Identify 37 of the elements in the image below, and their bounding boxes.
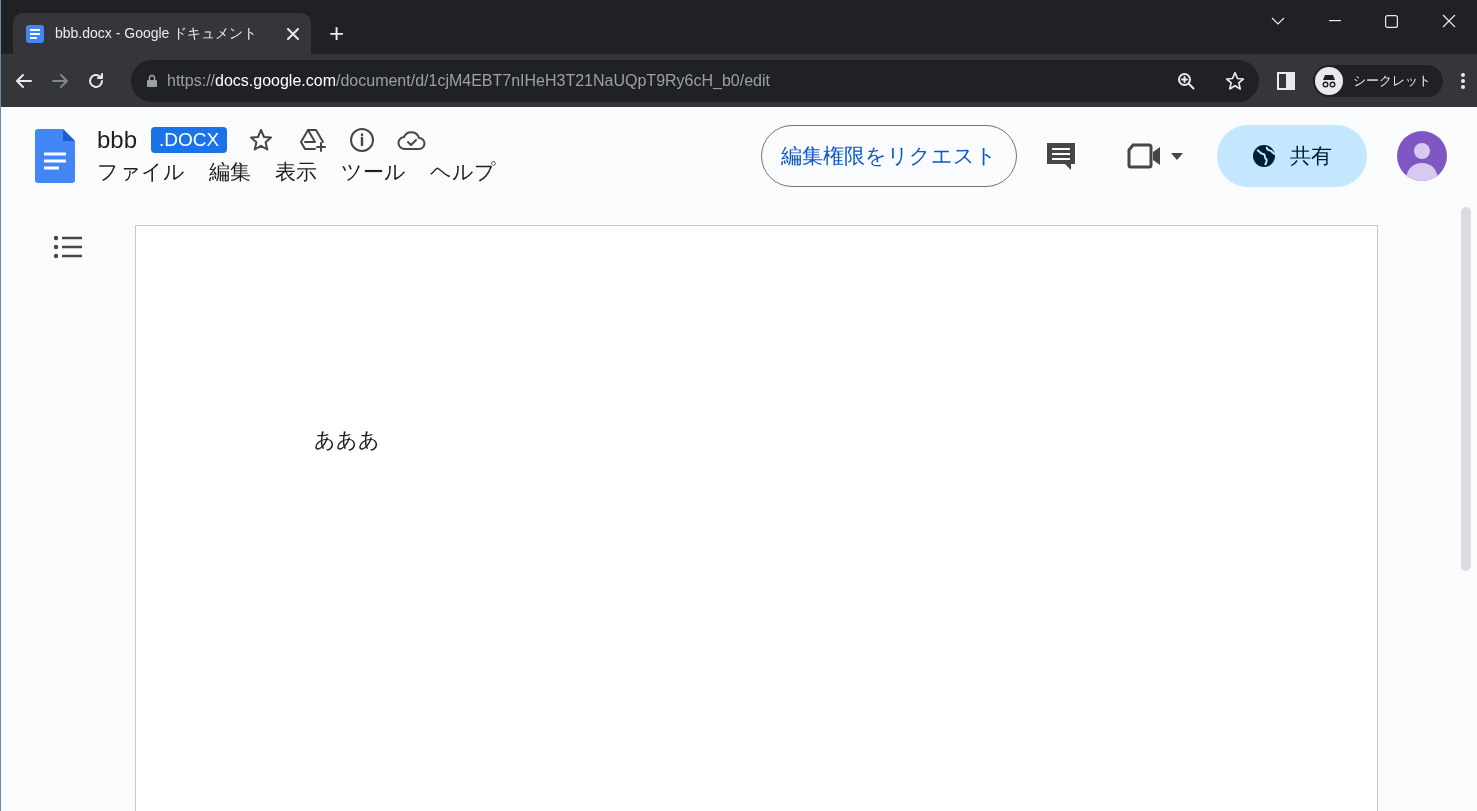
cloud-check-icon[interactable] bbox=[397, 129, 428, 151]
star-icon[interactable] bbox=[249, 128, 274, 152]
menu-item[interactable]: 表示 bbox=[275, 158, 317, 186]
reload-icon[interactable] bbox=[87, 71, 105, 90]
lock-icon bbox=[147, 74, 157, 87]
outline-list-icon[interactable] bbox=[53, 235, 83, 259]
scrollbar-thumb[interactable] bbox=[1461, 207, 1471, 571]
incognito-profile-button[interactable]: シークレット bbox=[1313, 64, 1443, 97]
side-panel-icon[interactable] bbox=[1277, 71, 1295, 90]
document-icon bbox=[25, 23, 45, 44]
new-tab-button[interactable]: + bbox=[325, 18, 349, 48]
zoom-in-icon[interactable] bbox=[1177, 71, 1195, 90]
comment-icon[interactable] bbox=[1045, 140, 1077, 172]
avatar[interactable] bbox=[1397, 131, 1447, 181]
file-type-badge: .DOCX bbox=[151, 127, 228, 153]
video-camera-icon[interactable] bbox=[1127, 143, 1183, 169]
address-bar[interactable]: https://docs.google.com/document/d/1cjM4EBT7nIHeH3T21NaUQpT9Ry6cH_b0/edit bbox=[131, 59, 1259, 102]
close-icon[interactable] bbox=[287, 27, 299, 40]
incognito-icon bbox=[1315, 66, 1343, 95]
menu-item[interactable]: ヘルプ bbox=[430, 158, 496, 186]
info-icon[interactable] bbox=[349, 127, 376, 153]
back-arrow-icon[interactable] bbox=[15, 71, 33, 90]
url-text: https://docs.google.com/document/d/1cjM4EBT7nIHeH3T21NaUQpT9Ry6cH_b0/edit bbox=[167, 71, 771, 90]
drive-add-icon[interactable] bbox=[299, 127, 328, 153]
globe-icon bbox=[1252, 144, 1276, 168]
tab-title: bbb.docx - Google ドキュメント bbox=[55, 24, 259, 43]
forward-arrow-icon[interactable] bbox=[51, 71, 69, 90]
menu-item[interactable]: ファイル bbox=[97, 158, 185, 186]
share-button[interactable]: 共有 bbox=[1217, 125, 1367, 187]
menu-item[interactable]: 編集 bbox=[209, 158, 251, 186]
docs-logo-icon bbox=[35, 129, 75, 183]
request-edit-access-button[interactable]: 編集権限をリクエスト bbox=[761, 125, 1017, 187]
more-options-icon[interactable] bbox=[1461, 71, 1465, 90]
browser-tab[interactable]: bbb.docx - Google ドキュメント bbox=[13, 13, 311, 54]
menu-item[interactable]: ツール bbox=[341, 158, 406, 186]
document-title[interactable]: bbb bbox=[97, 126, 138, 154]
body-text: あああ bbox=[314, 428, 380, 451]
